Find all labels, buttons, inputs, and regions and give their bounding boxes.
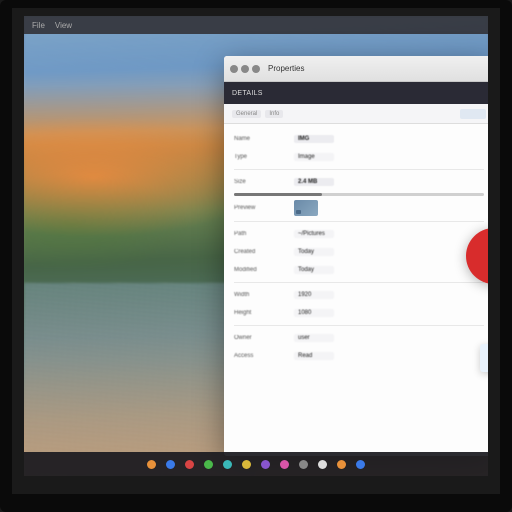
form-row-type: Type Image	[224, 148, 488, 166]
value-path: ~/Pictures	[294, 230, 334, 238]
tab-info[interactable]: Info	[265, 110, 283, 118]
desktop[interactable]: File View Properties DETAILS	[24, 16, 488, 476]
close-icon[interactable]	[230, 65, 238, 73]
value-type: Image	[294, 153, 334, 161]
play-icon	[485, 247, 488, 265]
label-access: Access	[234, 353, 286, 359]
taskbar[interactable]	[24, 452, 488, 476]
value-size: 2.4 MB	[294, 178, 334, 186]
label-name: Name	[234, 136, 286, 142]
label-size: Size	[234, 179, 286, 185]
content-area: Name IMG Type Image Size 2.4 MB	[224, 124, 488, 456]
taskbar-app-icon[interactable]	[261, 460, 270, 469]
progress-bar	[234, 193, 484, 196]
label-width: Width	[234, 292, 286, 298]
form-row-modified: Modified Today	[224, 261, 488, 279]
minimize-icon[interactable]	[241, 65, 249, 73]
label-modified: Modified	[234, 267, 286, 273]
taskbar-app-icon[interactable]	[147, 460, 156, 469]
taskbar-app-icon[interactable]	[356, 460, 365, 469]
thumbnail-image[interactable]	[294, 200, 318, 216]
top-menubar[interactable]: File View	[24, 16, 488, 34]
label-preview: Preview	[234, 205, 286, 211]
form-row-height: Height 1080	[224, 304, 488, 322]
taskbar-app-icon[interactable]	[223, 460, 232, 469]
screen-root: File View Properties DETAILS	[0, 0, 512, 512]
form-row-size: Size 2.4 MB	[224, 173, 488, 191]
taskbar-app-icon[interactable]	[242, 460, 251, 469]
divider	[234, 282, 484, 283]
form-row-name: Name IMG	[224, 130, 488, 148]
menu-item-view[interactable]: View	[55, 21, 72, 30]
form-row-preview: Preview	[224, 198, 488, 218]
value-height: 1080	[294, 309, 334, 317]
value-width: 1920	[294, 291, 334, 299]
taskbar-app-icon[interactable]	[280, 460, 289, 469]
value-owner: user	[294, 334, 334, 342]
value-modified: Today	[294, 266, 334, 274]
maximize-icon[interactable]	[252, 65, 260, 73]
properties-window[interactable]: Properties DETAILS General Info Name	[224, 56, 488, 456]
form-row-created: Created Today	[224, 243, 488, 261]
value-name: IMG	[294, 135, 334, 143]
window-controls	[230, 65, 260, 73]
taskbar-app-icon[interactable]	[204, 460, 213, 469]
label-owner: Owner	[234, 335, 286, 341]
window-subheader: General Info	[224, 104, 488, 124]
window-title: Properties	[268, 64, 304, 73]
value-access: Read	[294, 352, 334, 360]
label-path: Path	[234, 231, 286, 237]
taskbar-app-icon[interactable]	[166, 460, 175, 469]
subheader-action[interactable]	[460, 109, 486, 119]
ribbon-label: DETAILS	[232, 90, 263, 97]
divider	[234, 325, 484, 326]
form-row-owner: Owner user	[224, 329, 488, 347]
menu-item-file[interactable]: File	[32, 21, 45, 30]
taskbar-app-icon[interactable]	[337, 460, 346, 469]
window-ribbon: DETAILS	[224, 82, 488, 104]
label-height: Height	[234, 310, 286, 316]
divider	[234, 169, 484, 170]
monitor-frame: File View Properties DETAILS	[0, 0, 512, 512]
taskbar-app-icon[interactable]	[299, 460, 308, 469]
form-row-access: Access Read	[224, 347, 488, 365]
form-row-path: Path ~/Pictures	[224, 225, 488, 243]
taskbar-app-icon[interactable]	[185, 460, 194, 469]
side-panel[interactable]	[480, 344, 488, 372]
form-row-width: Width 1920	[224, 286, 488, 304]
label-created: Created	[234, 249, 286, 255]
divider	[234, 221, 484, 222]
thumbnail-area	[294, 200, 318, 216]
value-created: Today	[294, 248, 334, 256]
tab-general[interactable]: General	[232, 110, 261, 118]
taskbar-app-icon[interactable]	[318, 460, 327, 469]
label-type: Type	[234, 154, 286, 160]
window-titlebar[interactable]: Properties	[224, 56, 488, 82]
